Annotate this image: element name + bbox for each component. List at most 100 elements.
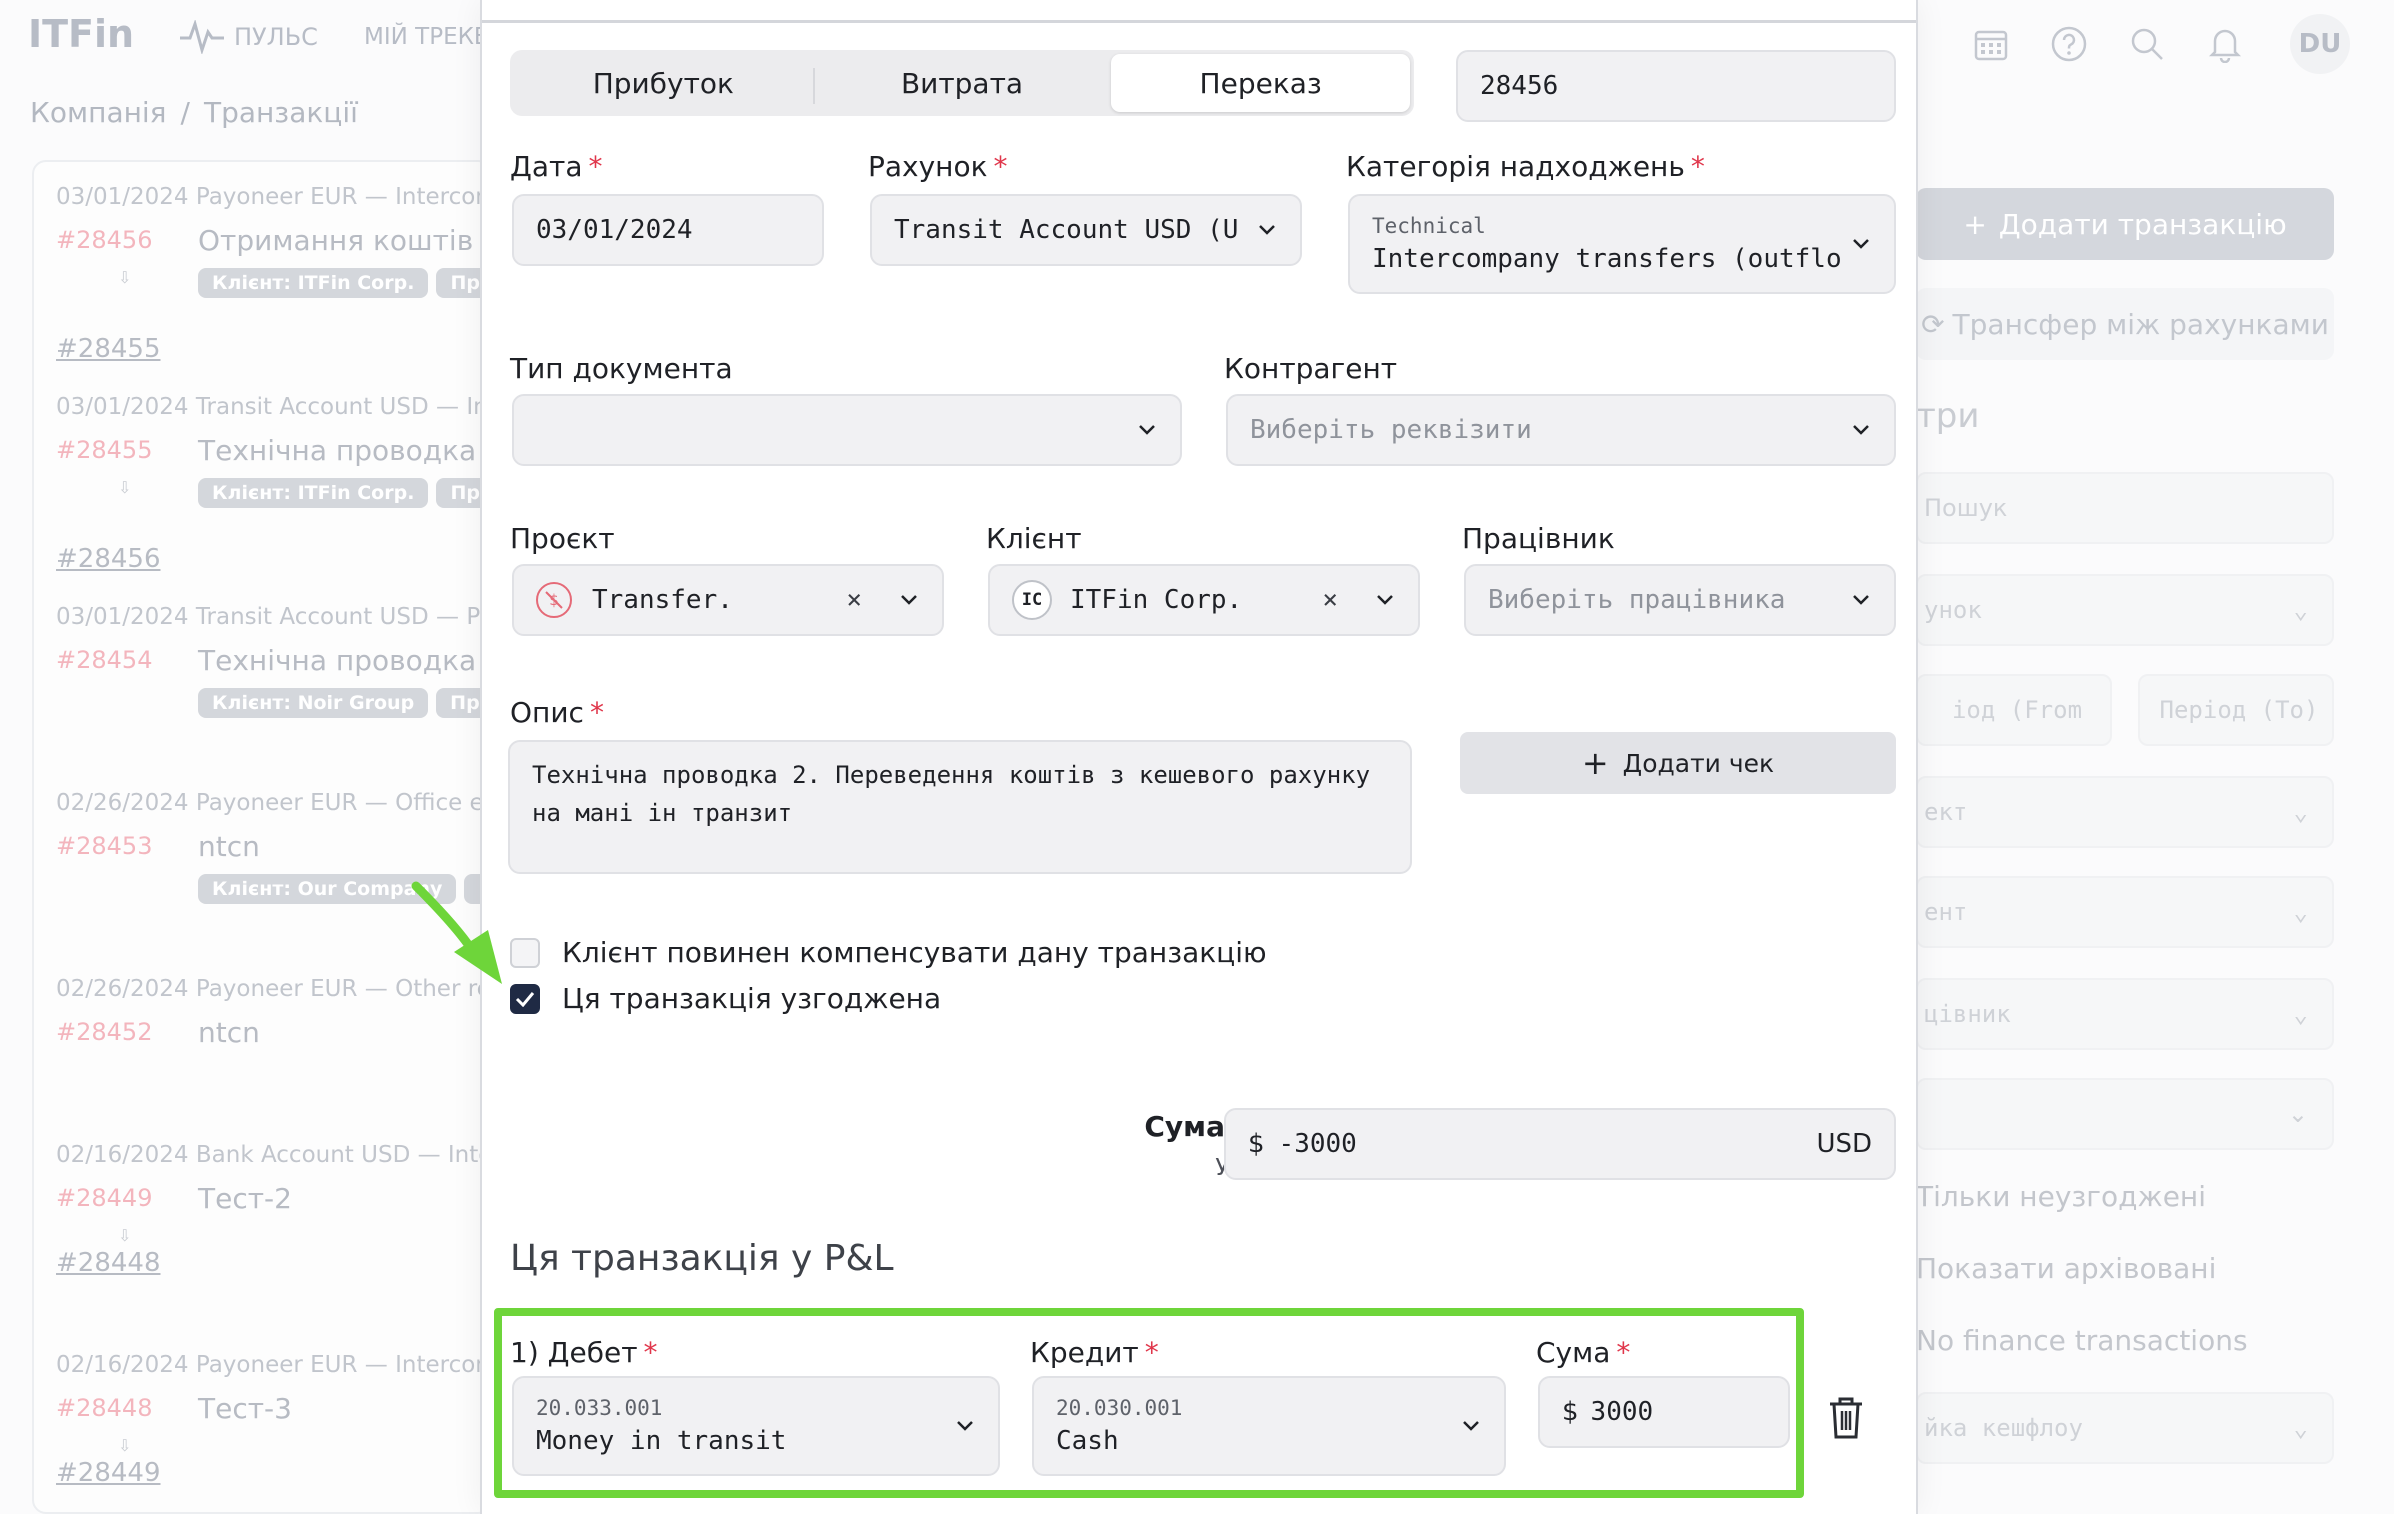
employee-select[interactable]: Виберіть працівника — [1464, 564, 1896, 636]
transaction-id: #28448 — [56, 1394, 153, 1422]
filter-no-finance[interactable]: No finance transactions — [1916, 1324, 2248, 1357]
filter-period-from[interactable]: іод (From — [1916, 674, 2112, 746]
required-mark: * — [643, 1336, 658, 1369]
transaction-meta: 02/16/2024 Payoneer EUR — Intercom — [56, 1352, 492, 1378]
debit-account-code: 20.033.001 — [536, 1396, 663, 1420]
transactions-list: 03/01/2024 Payoneer EUR — Intercompany #… — [32, 160, 492, 1514]
list-item[interactable]: 02/16/2024 Bank Account USD — Inte #2844… — [56, 1142, 490, 1278]
pl-section-title: Ця транзакція у P&L — [510, 1238, 894, 1279]
tag-client: Клієнт: ITFin Corp. — [198, 268, 429, 298]
filter-extra-select[interactable]: ⌄ — [1916, 1078, 2334, 1150]
clear-icon[interactable]: × — [1322, 585, 1338, 615]
tab-expense[interactable]: Витрата — [812, 54, 1112, 112]
transaction-tags: Клієнт: ITFin Corp. Проект — [198, 268, 490, 298]
calendar-icon[interactable] — [1970, 23, 2012, 65]
transaction-id: #28449 — [56, 1184, 153, 1212]
transfer-button[interactable]: ⟳ Трансфер між рахунками — [1916, 288, 2334, 360]
filter-account-select[interactable]: унок ⌄ — [1916, 574, 2334, 646]
transaction-type-tabs: Прибуток Витрата Переказ — [510, 50, 1414, 116]
client-select[interactable]: IC ITFin Corp. × — [988, 564, 1420, 636]
filter-client-select[interactable]: ент ⌄ — [1916, 876, 2334, 948]
transaction-link[interactable]: #28455 — [56, 334, 161, 364]
filter-project-select[interactable]: ект ⌄ — [1916, 776, 2334, 848]
transaction-link[interactable]: #28456 — [56, 544, 161, 574]
credit-account-select[interactable]: 20.030.001 Cash — [1032, 1376, 1506, 1476]
transaction-number-input[interactable]: 28456 — [1456, 50, 1896, 122]
breadcrumb-company[interactable]: Компанія — [30, 96, 167, 129]
list-item[interactable]: 03/01/2024 Transit Account USD — Pa #284… — [56, 604, 490, 718]
description-textarea[interactable]: Технічна проводка 2. Переведення коштів … — [508, 740, 1412, 874]
filter-period-to[interactable]: Період (To) — [2138, 674, 2334, 746]
counterparty-placeholder: Виберіть реквізити — [1250, 415, 1532, 445]
required-mark: * — [589, 696, 604, 729]
list-item[interactable]: 02/26/2024 Payoneer EUR — Office ex #284… — [56, 790, 492, 904]
transaction-link[interactable]: #28449 — [56, 1458, 161, 1488]
category-label: Категорія надходжень * — [1346, 150, 1705, 183]
add-receipt-button[interactable]: + Додати чек — [1460, 732, 1896, 794]
chevron-down-icon — [1136, 419, 1158, 441]
reconciled-checkbox-row[interactable]: Ця транзакція узгоджена — [510, 982, 941, 1015]
required-mark: * — [993, 150, 1008, 183]
date-input[interactable]: 03/01/2024 — [512, 194, 824, 266]
compensate-checkbox[interactable] — [510, 937, 540, 968]
transaction-tags: Клієнт: Noir Group Проект — [198, 688, 490, 718]
project-label: Проєкт — [510, 522, 615, 555]
category-group: Technical — [1372, 214, 1486, 238]
clear-icon[interactable]: × — [846, 585, 862, 615]
category-name: Intercompany transfers (outflo — [1372, 244, 1842, 274]
avatar[interactable]: DU — [2290, 14, 2350, 74]
debit-label-text: 1) Дебет — [510, 1336, 638, 1369]
client-label: Клієнт — [986, 522, 1082, 555]
category-select[interactable]: Technical Intercompany transfers (outflo — [1348, 194, 1896, 294]
filter-employee-select[interactable]: цівник ⌄ — [1916, 978, 2334, 1050]
filter-show-archived[interactable]: Показати архівовані — [1916, 1252, 2216, 1285]
filter-cashflow-select[interactable]: йка кешфлоу ⌄ — [1916, 1392, 2334, 1464]
add-receipt-label: Додати чек — [1622, 748, 1775, 778]
amount-value: -3000 — [1278, 1129, 1357, 1159]
filter-period-from-placeholder: іод (From — [1951, 696, 2083, 724]
doc-type-select[interactable] — [512, 394, 1182, 466]
filter-only-unreconciled[interactable]: Тільки неузгоджені — [1916, 1180, 2206, 1213]
tab-income[interactable]: Прибуток — [514, 54, 813, 112]
amount-input[interactable]: $ -3000 USD — [1224, 1108, 1896, 1180]
filters-title: три — [1916, 396, 1980, 436]
transaction-meta: 02/26/2024 Payoneer EUR — Office ex — [56, 790, 492, 816]
search-icon[interactable] — [2126, 23, 2168, 65]
compensate-checkbox-row[interactable]: Клієнт повинен компенсувати дану транзак… — [510, 936, 1267, 969]
check-icon — [515, 991, 535, 1007]
trash-icon[interactable] — [1827, 1396, 1865, 1440]
description-label-text: Опис — [510, 696, 584, 729]
transaction-link[interactable]: #28448 — [56, 1248, 161, 1278]
add-transaction-label: Додати транзакцію — [1998, 207, 2287, 241]
debit-account-name: Money in transit — [536, 1426, 787, 1456]
category-label-text: Категорія надходжень — [1346, 150, 1685, 183]
list-item[interactable]: 03/01/2024 Transit Account USD — In #284… — [56, 394, 490, 574]
bell-icon[interactable] — [2204, 23, 2246, 65]
client-value: ITFin Corp. — [1070, 585, 1243, 615]
chevron-down-icon: ⌄ — [2293, 798, 2308, 826]
no-money-icon: $ — [536, 582, 572, 618]
modal-top-divider — [482, 20, 1916, 23]
counterparty-select[interactable]: Виберіть реквізити — [1226, 394, 1896, 466]
doc-type-label: Тип документа — [510, 352, 733, 385]
pl-sum-input[interactable]: $ 3000 — [1538, 1376, 1790, 1448]
required-mark: * — [1690, 150, 1705, 183]
pulse-icon — [180, 20, 224, 54]
list-item[interactable]: 03/01/2024 Payoneer EUR — Intercompany #… — [56, 184, 490, 364]
chevron-down-icon — [954, 1415, 976, 1437]
filter-search-input[interactable]: Пошук — [1916, 472, 2334, 544]
project-select[interactable]: $ Transfer. × — [512, 564, 944, 636]
list-item[interactable]: 02/16/2024 Payoneer EUR — Intercom #2844… — [56, 1352, 492, 1488]
employee-placeholder: Виберіть працівника — [1488, 585, 1786, 615]
chevron-down-icon: ⌄ — [2293, 1414, 2308, 1442]
tab-transfer[interactable]: Переказ — [1111, 54, 1411, 112]
account-select[interactable]: Transit Account USD (U — [870, 194, 1302, 266]
filters-panel: + Додати транзакцію ⟳ Трансфер між рахун… — [1916, 160, 2376, 1514]
chevron-down-icon — [1460, 1415, 1482, 1437]
debit-account-select[interactable]: 20.033.001 Money in transit — [512, 1376, 1000, 1476]
help-icon[interactable] — [2048, 23, 2090, 65]
reconciled-checkbox[interactable] — [510, 983, 540, 1014]
nav-pulse[interactable]: ПУЛЬС — [180, 20, 318, 54]
required-mark: * — [1616, 1336, 1631, 1369]
add-transaction-button[interactable]: + Додати транзакцію — [1916, 188, 2334, 260]
